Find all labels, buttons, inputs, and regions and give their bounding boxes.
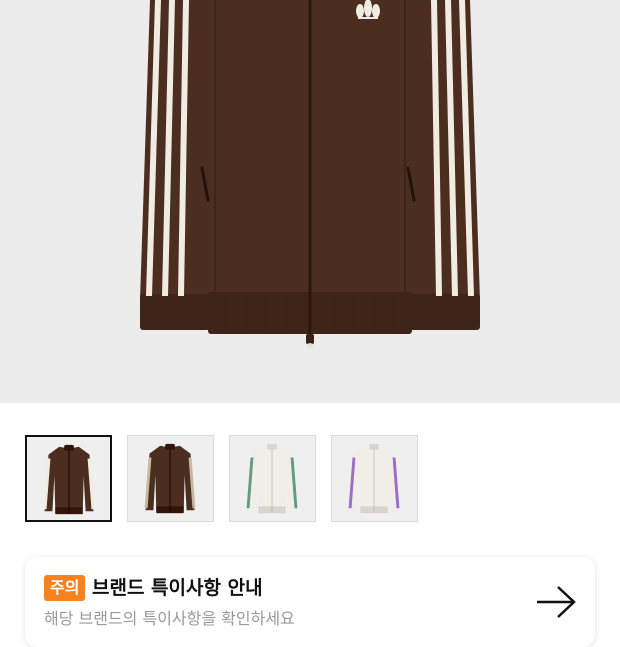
arrow-right-icon[interactable]: [536, 585, 576, 619]
thumbnail-2[interactable]: [127, 435, 214, 522]
thumbnail-3[interactable]: [229, 435, 316, 522]
track-jacket-thumbnail: [246, 443, 298, 514]
caution-badge: 주의: [44, 575, 86, 601]
notice-title: 브랜드 특이사항 안내: [92, 577, 263, 599]
track-jacket-thumbnail: [43, 444, 95, 515]
track-jacket-thumbnail: [144, 443, 196, 514]
track-jacket-thumbnail: [348, 443, 400, 514]
brand-notice-card[interactable]: 주의 브랜드 특이사항 안내 해당 브랜드의 특이사항을 확인하세요: [25, 557, 595, 647]
thumbnail-1[interactable]: [25, 435, 112, 522]
product-main-image[interactable]: [0, 0, 620, 403]
notice-subtitle: 해당 브랜드의 특이사항을 확인하세요: [44, 609, 295, 628]
thumbnail-4[interactable]: [331, 435, 418, 522]
track-jacket-image: [140, 0, 480, 349]
